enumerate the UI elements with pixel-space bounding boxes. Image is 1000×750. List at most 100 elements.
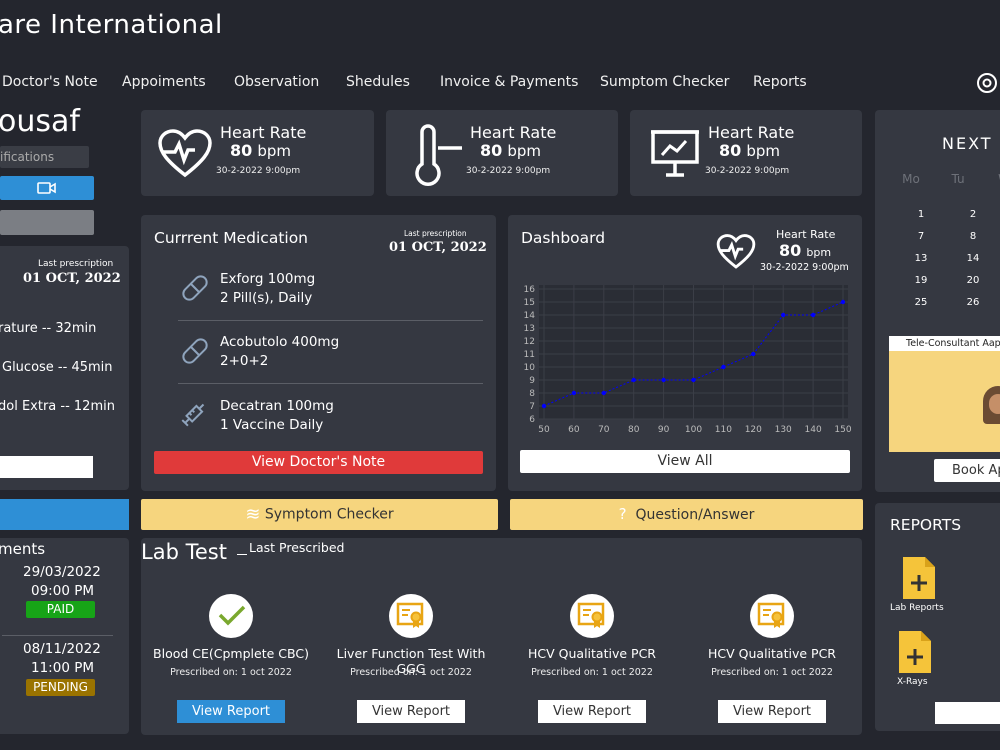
x-tick-label: 110 [715,425,732,435]
heart-rate-point [571,390,577,396]
nav-doctors-note[interactable]: Doctor's Note [2,74,98,90]
medication-dose: 2 Pill(s), Daily [220,290,313,306]
vital-title: Heart Rate [708,123,795,142]
appointment-date: 29/03/2022 [23,564,101,580]
reports-white-button[interactable] [935,702,1000,724]
vital-date: 30-2-2022 9:00pm [466,166,551,176]
vital-card-monitor: Heart Rate 80 bpm 30-2-2022 9:00pm [630,110,862,196]
teleconsultant-label: Tele-Consultant Aap [889,336,1000,351]
calendar-day[interactable]: 13 [909,253,933,264]
medication-divider [178,383,483,384]
heart-rate-point [781,312,786,318]
calendar-day[interactable]: 25 [909,297,933,308]
appointments-title: ments [0,540,46,558]
y-tick-label: 8 [529,389,535,399]
teleconsultant-banner: Tele-Consultant Aap [889,336,1000,452]
view-report-button[interactable]: View Report [357,700,465,723]
heart-rate-point [810,312,816,318]
nav-invoice-payments[interactable]: Invoice & Payments [440,74,578,90]
view-all-button[interactable]: View All [520,450,850,473]
view-doctors-note-button[interactable]: View Doctor's Note [154,451,483,474]
nav-appointments[interactable]: Appoiments [122,74,206,90]
calendar-title: NEXT [942,134,993,153]
medication-dose: 1 Vaccine Daily [220,417,324,433]
x-tick-label: 140 [805,425,822,435]
calendar-day[interactable]: 14 [961,253,985,264]
doctor-avatar [983,386,1000,424]
calendar-day[interactable]: 20 [961,275,985,286]
vital-value: 80 bpm [480,141,542,160]
book-appointment-button[interactable]: Book Ap [934,459,1000,482]
video-call-button[interactable] [0,176,94,200]
medication-dose: 2+0+2 [220,353,269,369]
view-report-button[interactable]: View Report [177,700,285,723]
dashboard-title: Dashboard [521,229,606,247]
medication-name: Exforg 100mg [220,271,316,287]
pill-icon [182,275,208,301]
heart-rate-point [721,364,726,370]
vital-date: 30-2-2022 9:00pm [705,166,790,176]
view-report-button[interactable]: View Report [718,700,826,723]
vital-title: Heart Rate [220,123,307,142]
notifications-button[interactable]: ifications [0,146,89,168]
nav-observation[interactable]: Observation [234,74,319,90]
medication-last-date: 01 OCT, 2022 [389,240,487,255]
nav-schedules[interactable]: Shedules [346,74,410,90]
vital-title: Heart Rate [470,123,557,142]
symptom-checker-button[interactable]: ≋ Symptom Checker [141,499,498,530]
x-tick-label: 130 [775,425,792,435]
left-blue-bar[interactable] [0,499,129,530]
vital-card-heart: Heart Rate 80 bpm 30-2-2022 9:00pm [141,110,374,196]
question-answer-button[interactable]: ? Question/Answer [510,499,863,530]
syringe-icon [181,403,205,427]
x-tick-label: 70 [598,425,610,435]
status-badge-pending: PENDING [26,679,95,696]
calendar-card: NEXT Mo Tu W 1 2 7 8 13 14 19 20 25 26 T… [875,110,1000,492]
calendar-day[interactable]: 8 [961,231,985,242]
view-report-button[interactable]: View Report [538,700,646,723]
report-item-label: Lab Reports [890,603,944,613]
medication-name: Decatran 100mg [220,398,334,414]
left-white-button[interactable] [0,456,93,478]
heart-rate-point [541,403,547,409]
y-tick-label: 15 [524,298,535,308]
certificate-icon [389,594,433,638]
heart-pulse-icon [716,234,756,269]
y-tick-label: 6 [529,415,535,425]
lab-reports-file-icon[interactable] [901,555,937,605]
calendar-day[interactable]: 19 [909,275,933,286]
xrays-file-icon[interactable] [897,629,933,679]
nav-reports[interactable]: Reports [753,74,807,90]
dashboard-hr-title: Heart Rate [776,228,836,241]
vital-value: 80 bpm [230,141,292,160]
left-prescription-item: dol Extra -- 12min [0,399,115,414]
medication-title: Currrent Medication [154,229,309,247]
calendar-day[interactable]: 2 [961,209,985,220]
lab-test-prescribed: Prescribed on: 1 oct 2022 [531,667,653,678]
calendar-day[interactable]: 1 [909,209,933,220]
y-tick-label: 7 [529,402,535,412]
calendar-day[interactable]: 7 [909,231,933,242]
user-menu-icon[interactable] [976,72,998,98]
x-tick-label: 100 [685,425,702,435]
medication-last-caption: Last prescription [404,229,467,238]
lab-test-prescribed: Prescribed on: 1 oct 2022 [350,667,472,678]
video-camera-icon [37,182,56,194]
dashboard-card: Dashboard Heart Rate 80 bpm 30-2-2022 9:… [508,215,862,491]
left-prescription-caption: Last prescription [38,259,114,269]
symptom-checker-label: Symptom Checker [264,506,394,523]
calendar-day[interactable]: 26 [961,297,985,308]
reports-card: REPORTS Lab Reports X-Rays [875,503,1000,731]
nav-symptom-checker[interactable]: Sumptom Checker [600,74,729,90]
x-tick-label: 120 [745,425,762,435]
reports-title: REPORTS [890,516,962,534]
medication-divider [178,320,483,321]
calendar-weekday: W [992,172,1000,186]
lab-test-name: HCV Qualitative PCR [708,646,836,661]
lab-test-name: HCV Qualitative PCR [528,646,656,661]
heart-rate-point [691,377,696,383]
secondary-button[interactable] [0,210,94,235]
appointment-time: 11:00 PM [31,660,94,676]
pill-icon [182,338,208,364]
lab-test-name: Blood CE(Cpmplete CBC) [153,646,309,661]
